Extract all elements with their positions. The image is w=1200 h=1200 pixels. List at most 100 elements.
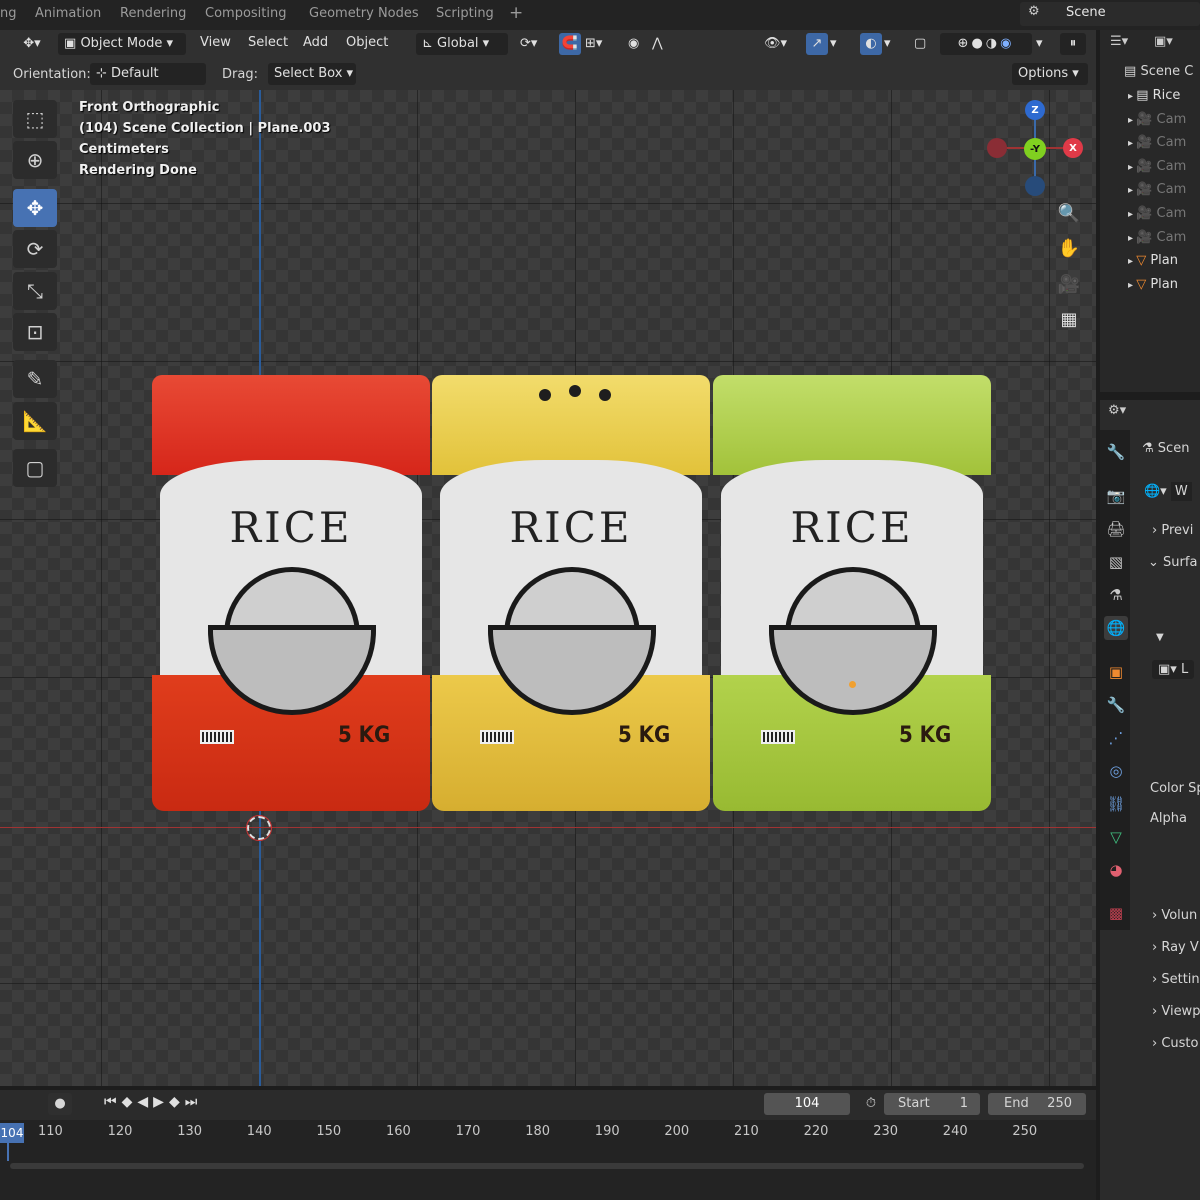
world-selector[interactable]: 🌐▾ W bbox=[1144, 482, 1192, 501]
measure-tool-icon[interactable]: 📐 bbox=[13, 402, 57, 440]
overlay-toggle-icon[interactable]: ◐ bbox=[860, 33, 882, 55]
object-tab-icon[interactable]: ▣ bbox=[1104, 660, 1128, 684]
outliner-item[interactable]: ▸ ▽ Plan bbox=[1128, 253, 1178, 268]
rice-bag-green[interactable]: RICE 5 KG bbox=[713, 375, 991, 811]
annotate-tool-icon[interactable]: ✎ bbox=[13, 360, 57, 398]
scene-tab-icon[interactable]: ⚗ bbox=[1104, 583, 1128, 607]
tab-animation[interactable]: Animation bbox=[35, 6, 101, 21]
camera-view-icon[interactable]: 🎥 bbox=[1056, 271, 1082, 297]
panel-volume[interactable]: › Volun bbox=[1152, 908, 1197, 923]
3d-cursor-icon[interactable] bbox=[246, 815, 272, 841]
outliner-item[interactable]: ▸ 🎥 Cam bbox=[1128, 230, 1186, 245]
tab-geometry-nodes[interactable]: Geometry Nodes bbox=[309, 6, 419, 21]
expand-arrow-icon[interactable]: ▸ bbox=[1128, 91, 1136, 102]
zoom-icon[interactable]: 🔍 bbox=[1056, 200, 1082, 226]
prev-keyframe-icon[interactable]: ◆ bbox=[122, 1094, 138, 1110]
rotate-tool-icon[interactable]: ⟳ bbox=[13, 230, 57, 268]
rice-bag-red[interactable]: RICE 5 KG bbox=[152, 375, 430, 811]
mode-selector[interactable]: ▣ Object Mode ▾ bbox=[58, 33, 186, 55]
shading-dropdown-icon[interactable]: ▾ bbox=[1036, 33, 1050, 55]
jump-end-icon[interactable]: ⏭ bbox=[185, 1094, 203, 1110]
rendered-icon[interactable]: ◉ bbox=[1000, 36, 1014, 51]
constraints-tab-icon[interactable]: ⛓ bbox=[1104, 792, 1128, 816]
current-frame-marker[interactable]: 104 bbox=[0, 1123, 24, 1143]
panel-ray-visibility[interactable]: › Ray V bbox=[1152, 940, 1199, 955]
world-tab-icon[interactable]: 🌐 bbox=[1104, 616, 1128, 640]
current-frame-field[interactable]: 104 bbox=[764, 1093, 850, 1115]
stopwatch-icon[interactable]: ⏱ bbox=[860, 1093, 882, 1115]
expand-arrow-icon[interactable]: ▸ bbox=[1128, 115, 1136, 126]
end-frame-field[interactable]: End 250 bbox=[988, 1093, 1086, 1115]
panel-settings[interactable]: › Settin bbox=[1152, 972, 1200, 987]
orientation-selector[interactable]: ⊹ Default bbox=[90, 63, 206, 85]
playback-controls[interactable]: ⏮◆◀▶◆⏭ bbox=[104, 1094, 202, 1110]
gizmo-z-icon[interactable]: Z bbox=[1025, 100, 1045, 120]
pivot-icon[interactable]: ⟳▾ bbox=[520, 33, 550, 55]
expand-arrow-icon[interactable]: ▸ bbox=[1128, 233, 1136, 244]
panel-custom-properties[interactable]: › Custo bbox=[1152, 1036, 1198, 1051]
particles-tab-icon[interactable]: ⋰ bbox=[1104, 726, 1128, 750]
panel-surface[interactable]: ⌄ Surfa bbox=[1148, 555, 1197, 570]
gizmo-neg-x-icon[interactable] bbox=[987, 138, 1007, 158]
panel-viewport-display[interactable]: › Viewp bbox=[1152, 1004, 1200, 1019]
drag-selector[interactable]: Select Box ▾ bbox=[268, 63, 356, 85]
perspective-grid-icon[interactable]: ▦ bbox=[1056, 306, 1082, 332]
timeline-scrollbar[interactable] bbox=[10, 1163, 1084, 1169]
falloff-icon[interactable]: ⋀ bbox=[652, 33, 682, 55]
jump-start-icon[interactable]: ⏮ bbox=[104, 1094, 122, 1110]
data-tab-icon[interactable]: ▽ bbox=[1104, 825, 1128, 849]
xray-icon[interactable]: ▢ bbox=[914, 33, 934, 55]
transform-tool-icon[interactable]: ⊡ bbox=[13, 313, 57, 351]
start-frame-field[interactable]: Start 1 bbox=[884, 1093, 980, 1115]
tab-compositing[interactable]: Compositing bbox=[205, 6, 287, 21]
tab-shading[interactable]: ng bbox=[0, 6, 17, 21]
outliner-item[interactable]: ▸ ▽ Plan bbox=[1128, 277, 1178, 292]
3d-viewport[interactable]: RICE 5 KG RICE 5 KG RICE 5 KG bbox=[0, 90, 1096, 1086]
gizmo-neg-y-icon[interactable]: -Y bbox=[1024, 138, 1046, 160]
play-icon[interactable]: ▶ bbox=[153, 1094, 169, 1110]
editor-type-button[interactable]: ✥▾ bbox=[14, 33, 50, 55]
tab-rendering[interactable]: Rendering bbox=[120, 6, 186, 21]
pause-render-icon[interactable]: ⏸ bbox=[1060, 33, 1086, 55]
add-cube-tool-icon[interactable]: ▢ bbox=[13, 449, 57, 487]
proportional-edit-icon[interactable]: ◉ bbox=[628, 33, 648, 55]
gizmo-x-icon[interactable]: X bbox=[1063, 138, 1083, 158]
play-reverse-icon[interactable]: ◀ bbox=[137, 1094, 153, 1110]
physics-tab-icon[interactable]: ◎ bbox=[1104, 759, 1128, 783]
menu-add[interactable]: Add bbox=[303, 35, 328, 50]
outliner-item[interactable]: ▸ 🎥 Cam bbox=[1128, 135, 1186, 150]
view-layer-tab-icon[interactable]: ▧ bbox=[1104, 550, 1128, 574]
material-tab-icon[interactable]: ◕ bbox=[1104, 858, 1128, 882]
tab-scripting[interactable]: Scripting bbox=[436, 6, 494, 21]
shading-modes[interactable]: ⊕●◑◉ bbox=[940, 33, 1032, 55]
outliner-item[interactable]: ▸ 🎥 Cam bbox=[1128, 159, 1186, 174]
expand-arrow-icon[interactable]: ▸ bbox=[1128, 280, 1136, 291]
add-workspace-icon[interactable]: + bbox=[509, 3, 523, 23]
rice-bag-yellow[interactable]: RICE 5 KG bbox=[432, 375, 710, 811]
filter-icon[interactable]: ▣▾ bbox=[1154, 34, 1188, 54]
expand-arrow-icon[interactable]: ▸ bbox=[1128, 209, 1136, 220]
expand-arrow-icon[interactable]: ▸ bbox=[1128, 162, 1136, 173]
outliner-item[interactable]: ▸ ▤ Rice bbox=[1128, 88, 1180, 103]
outliner-item[interactable]: ▸ 🎥 Cam bbox=[1128, 112, 1186, 127]
scale-tool-icon[interactable]: ⤡ bbox=[13, 272, 57, 310]
options-dropdown[interactable]: Options ▾ bbox=[1012, 63, 1088, 85]
scene-selector[interactable]: ⚙ Scene bbox=[1020, 2, 1200, 26]
overlay-dropdown-icon[interactable]: ▾ bbox=[884, 33, 900, 55]
gizmo-dropdown-icon[interactable]: ▾ bbox=[830, 33, 846, 55]
gizmo-toggle-icon[interactable]: ↗ bbox=[806, 33, 828, 55]
select-box-tool-icon[interactable]: ⬚ bbox=[13, 100, 57, 138]
tool-tab-icon[interactable]: 🔧 bbox=[1104, 440, 1128, 464]
solid-icon[interactable]: ● bbox=[971, 36, 985, 51]
transform-orientation[interactable]: ⊾ Global ▾ bbox=[416, 33, 508, 55]
outliner-item[interactable]: ▸ 🎥 Cam bbox=[1128, 182, 1186, 197]
modifier-tab-icon[interactable]: 🔧 bbox=[1104, 693, 1128, 717]
move-tool-icon[interactable]: ✥ bbox=[13, 189, 57, 227]
expand-arrow-icon[interactable]: ▸ bbox=[1128, 185, 1136, 196]
display-mode-icon[interactable]: ☰▾ bbox=[1110, 34, 1144, 54]
menu-select[interactable]: Select bbox=[248, 35, 288, 50]
pan-hand-icon[interactable]: ✋ bbox=[1056, 235, 1082, 261]
cursor-tool-icon[interactable]: ⊕ bbox=[13, 141, 57, 179]
render-tab-icon[interactable]: 📷 bbox=[1104, 484, 1128, 508]
scene-collection-row[interactable]: ▤ Scene C bbox=[1124, 64, 1193, 79]
